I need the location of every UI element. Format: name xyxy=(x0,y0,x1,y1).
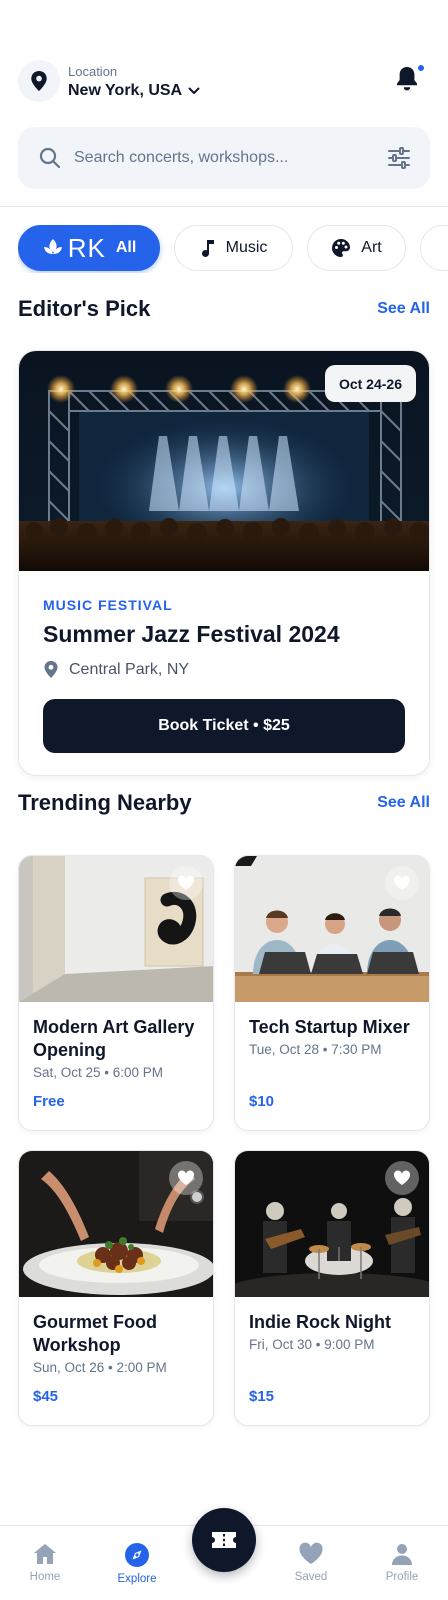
filter-sliders-icon[interactable] xyxy=(386,145,412,171)
chip-label: Art xyxy=(361,239,382,256)
tab-label: Home xyxy=(29,1571,61,1583)
event-datetime: Sat, Oct 25 • 6:00 PM xyxy=(33,1065,164,1080)
book-ticket-button[interactable]: Book Ticket • $25 xyxy=(43,699,405,753)
heart-icon[interactable] xyxy=(385,866,419,900)
event-card-body: Tech Startup Mixer Tue, Oct 28 • 7:30 PM xyxy=(249,1016,423,1057)
heart-icon[interactable] xyxy=(169,1161,203,1195)
chevron-down-icon xyxy=(188,87,200,94)
location-value[interactable]: New York, USA xyxy=(68,80,200,102)
event-price: $10 xyxy=(249,1093,275,1110)
heart-icon[interactable] xyxy=(385,1161,419,1195)
header-divider xyxy=(0,206,448,207)
see-all-link[interactable]: See All xyxy=(377,300,430,318)
event-datetime: Fri, Oct 30 • 9:00 PM xyxy=(249,1337,375,1352)
chip-all[interactable]: RK All xyxy=(18,225,160,271)
tab-profile[interactable]: Profile xyxy=(362,1526,442,1600)
location-pin-icon xyxy=(44,661,58,678)
tab-label: Saved xyxy=(294,1571,328,1583)
search-bar xyxy=(18,127,430,189)
home-icon xyxy=(34,1544,56,1564)
heart-icon xyxy=(299,1542,323,1564)
search-input[interactable] xyxy=(74,127,374,189)
event-title: Summer Jazz Festival 2024 xyxy=(43,621,340,647)
trending-header: Trending Nearby See All xyxy=(18,788,430,818)
tab-home[interactable]: Home xyxy=(5,1526,85,1600)
location-pin-icon[interactable] xyxy=(18,60,60,102)
brand-logo-text: RK xyxy=(67,232,106,263)
section-title: Trending Nearby xyxy=(18,790,192,815)
user-icon xyxy=(392,1544,412,1565)
notification-bell-icon[interactable] xyxy=(394,63,426,94)
event-category: MUSIC FESTIVAL xyxy=(43,597,173,613)
tab-explore[interactable]: Explore xyxy=(97,1526,177,1600)
ticket-icon xyxy=(212,1532,236,1548)
chip-music[interactable]: Music xyxy=(174,225,293,271)
see-all-link[interactable]: See All xyxy=(377,794,430,812)
section-title: Editor's Pick xyxy=(18,296,151,321)
compass-icon xyxy=(125,1543,149,1567)
chip-label: Music xyxy=(225,239,268,256)
event-card-body: Indie Rock Night Fri, Oct 30 • 9:00 PM xyxy=(249,1311,423,1352)
chip-more[interactable] xyxy=(420,225,448,271)
event-price: $45 xyxy=(33,1388,59,1405)
palette-icon xyxy=(332,239,351,257)
event-datetime: Sun, Oct 26 • 2:00 PM xyxy=(33,1360,167,1375)
venue-name: Central Park, NY xyxy=(69,660,190,678)
notification-dot xyxy=(416,63,426,73)
heart-icon[interactable] xyxy=(169,866,203,900)
event-date-badge: Oct 24-26 xyxy=(324,365,416,402)
chip-art[interactable]: Art xyxy=(307,225,406,271)
location-selector[interactable]: Location New York, USA xyxy=(68,64,200,102)
location-label: Location xyxy=(68,64,118,79)
event-title: Indie Rock Night xyxy=(249,1312,392,1332)
tab-label: Explore xyxy=(117,1573,157,1585)
tab-saved[interactable]: Saved xyxy=(271,1526,351,1600)
category-chips: RK All Music Art xyxy=(18,225,448,273)
tab-label: Profile xyxy=(385,1571,419,1583)
event-card[interactable]: Gourmet Food Workshop Sun, Oct 26 • 2:00… xyxy=(18,1150,214,1426)
event-venue: Central Park, NY xyxy=(43,660,413,679)
event-title: Modern Art Gallery Opening xyxy=(33,1017,195,1060)
featured-event-details: MUSIC FESTIVAL Summer Jazz Festival 2024… xyxy=(43,597,413,679)
tickets-fab-button[interactable] xyxy=(192,1508,256,1572)
music-note-icon xyxy=(201,240,214,257)
top-bar: Location New York, USA xyxy=(18,58,430,108)
featured-event-card[interactable]: Oct 24-26 MUSIC FESTIVAL Summer Jazz Fes… xyxy=(18,350,430,776)
event-price: $15 xyxy=(249,1388,275,1405)
location-value-text: New York, USA xyxy=(68,82,183,99)
event-card-body: Gourmet Food Workshop Sun, Oct 26 • 2:00… xyxy=(33,1311,207,1375)
event-card[interactable]: Modern Art Gallery Opening Sat, Oct 25 •… xyxy=(18,855,214,1131)
event-price: Free xyxy=(33,1093,65,1110)
event-datetime: Tue, Oct 28 • 7:30 PM xyxy=(249,1042,382,1057)
event-card-body: Modern Art Gallery Opening Sat, Oct 25 •… xyxy=(33,1016,207,1080)
event-title: Tech Startup Mixer xyxy=(249,1017,410,1037)
event-card[interactable]: Indie Rock Night Fri, Oct 30 • 9:00 PM $… xyxy=(234,1150,430,1426)
leaf-logo-icon xyxy=(43,239,62,254)
event-title: Gourmet Food Workshop xyxy=(33,1312,157,1355)
editors-pick-header: Editor's Pick See All xyxy=(18,294,430,324)
chip-label: All xyxy=(115,239,137,256)
search-icon xyxy=(39,147,61,169)
event-card[interactable]: Tech Startup Mixer Tue, Oct 28 • 7:30 PM… xyxy=(234,855,430,1131)
